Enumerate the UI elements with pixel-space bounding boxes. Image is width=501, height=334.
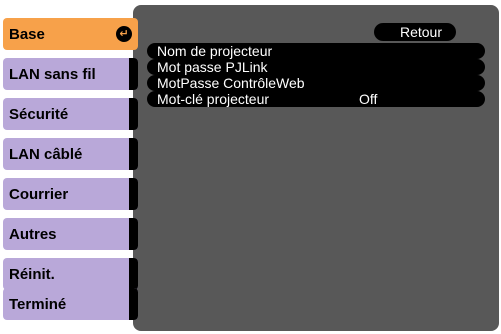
sidebar-item-securite[interactable]: Sécurité [3,98,138,130]
sidebar-item-lan-cable[interactable]: LAN câblé [3,138,138,170]
sidebar-item-lan-sans-fil[interactable]: LAN sans fil [3,58,138,90]
sidebar-item-reinit[interactable]: Réinit. [3,258,138,290]
sidebar-item-autres[interactable]: Autres [3,218,138,250]
sidebar-item-label: Réinit. [9,265,55,283]
setting-value: Off [359,91,378,107]
sidebar-item-label: LAN sans fil [9,65,96,83]
sidebar-item-label: LAN câblé [9,145,83,163]
setting-row-nom-projecteur[interactable]: Nom de projecteur [147,43,485,59]
enter-icon: ↵ [116,26,132,42]
sidebar-item-label: Terminé [9,295,67,313]
setting-label: Nom de projecteur [157,43,273,59]
setting-row-motpasse-controleweb[interactable]: MotPasse ContrôleWeb [147,75,485,91]
setting-label: Mot-clé projecteur [157,91,270,107]
setting-row-mot-cle-projecteur[interactable]: Mot-clé projecteur Off [147,91,485,107]
back-button[interactable]: Retour [374,23,456,41]
sidebar-menu: Base ↵ LAN sans fil Sécurité LAN câblé C… [0,0,140,334]
sidebar-item-label: Autres [9,225,57,243]
projector-settings-screen: Base ↵ LAN sans fil Sécurité LAN câblé C… [0,0,501,334]
setting-row-mot-passe-pjlink[interactable]: Mot passe PJLink [147,59,485,75]
sidebar-item-base[interactable]: Base ↵ [3,18,138,50]
sidebar-item-courrier[interactable]: Courrier [3,178,138,210]
sidebar-item-label: Courrier [9,185,69,203]
sidebar-item-termine[interactable]: Terminé [3,288,138,320]
setting-label: Mot passe PJLink [157,59,268,75]
setting-label: MotPasse ContrôleWeb [157,75,305,91]
sidebar-item-label: Sécurité [9,105,69,123]
sidebar-item-label: Base [9,25,45,43]
